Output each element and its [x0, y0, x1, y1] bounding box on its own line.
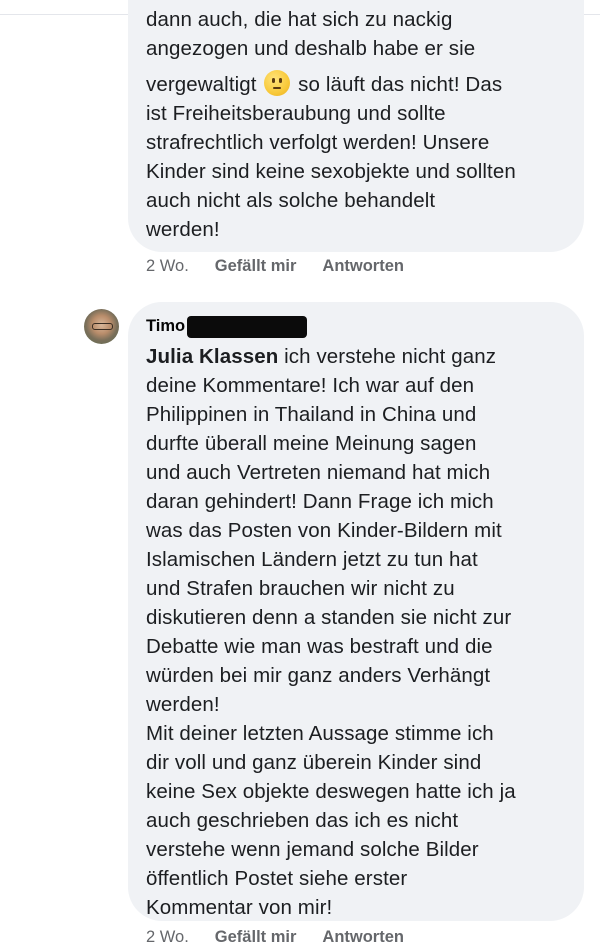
comment-body: dann auch, die hat sich zu nackig angezog…: [146, 5, 566, 244]
comment-line: daran gehindert! Dann Frage ich mich: [146, 490, 494, 513]
comment-line: deine Kommentare! Ich war auf den: [146, 374, 475, 397]
comment-line-text: ich verstehe nicht ganz: [278, 345, 497, 368]
comments-thread: dann auch, die hat sich zu nackig angezog…: [0, 0, 600, 947]
slightly-smiling-face-icon: [264, 70, 291, 96]
comment-line: keine Sex objekte deswegen hatte ich ja: [146, 780, 516, 803]
comment-line: Philippinen in Thailand in China und: [146, 403, 477, 426]
comment-line: dann auch, die hat sich zu nackig: [146, 8, 453, 31]
like-button[interactable]: Gefällt mir: [215, 257, 297, 276]
comment-line: dir voll und ganz überein Kinder sind: [146, 751, 482, 774]
comment-line: Julia Klassen ich verstehe nicht ganz: [146, 342, 566, 371]
redacted-name-block: [187, 316, 308, 338]
comment-line: vergewaltigt so läuft das nicht! Das: [146, 70, 566, 99]
comment-line: auch nicht als solche behandelt: [146, 189, 436, 212]
comment-line: strafrechtlich verfolgt werden! Unsere: [146, 131, 490, 154]
comment-line: Mit deiner letzten Aussage stimme ich: [146, 722, 494, 745]
comment-line: verstehe wenn jemand solche Bilder: [146, 838, 479, 861]
comment-actions: 2 Wo. Gefällt mir Antworten: [146, 928, 404, 947]
comment-line: auch geschrieben das ich es nicht: [146, 809, 459, 832]
reply-button[interactable]: Antworten: [322, 257, 404, 276]
avatar[interactable]: [84, 309, 119, 344]
comment-line: angezogen und deshalb habe er sie: [146, 37, 476, 60]
comment-body: Julia Klassen ich verstehe nicht ganz dei…: [146, 342, 566, 922]
comment-line: würden bei mir ganz anders Verhängt: [146, 664, 491, 687]
comment-timestamp[interactable]: 2 Wo.: [146, 257, 189, 276]
comment-line: werden!: [146, 693, 220, 716]
comment-line: durfte überall meine Meinung sagen: [146, 432, 477, 455]
comment-line: Kommentar von mir!: [146, 896, 333, 919]
comment-line: ist Freiheitsberaubung und sollte: [146, 102, 446, 125]
comment-line-text: vergewaltigt: [146, 73, 257, 96]
like-button[interactable]: Gefällt mir: [215, 928, 297, 947]
comment-line: was das Posten von Kinder-Bildern mit: [146, 519, 502, 542]
comment-timestamp[interactable]: 2 Wo.: [146, 928, 189, 947]
comment-line: diskutieren denn a standen sie nicht zur: [146, 606, 512, 629]
author-name[interactable]: Timo: [146, 317, 185, 336]
comment-line: Debatte wie man was bestraft und die: [146, 635, 493, 658]
comment-line: und auch Vertreten niemand hat mich: [146, 461, 491, 484]
comment-bubble: Timo Julia Klassen ich verstehe nicht ga…: [128, 302, 584, 921]
mention-link[interactable]: Julia Klassen: [146, 345, 278, 368]
author-row: Timo: [146, 314, 566, 338]
comment-line: Kinder sind keine sexobjekte und sollten: [146, 160, 516, 183]
comment-actions: 2 Wo. Gefällt mir Antworten: [146, 257, 404, 276]
comment-line-text: so läuft das nicht! Das: [292, 73, 503, 96]
comment-line: Islamischen Ländern jetzt zu tun hat: [146, 548, 478, 571]
comment-line: werden!: [146, 218, 220, 241]
reply-button[interactable]: Antworten: [322, 928, 404, 947]
comment-line: und Strafen brauchen wir nicht zu: [146, 577, 455, 600]
comment-bubble: dann auch, die hat sich zu nackig angezog…: [128, 0, 584, 252]
comment-line: öffentlich Postet siehe erster: [146, 867, 408, 890]
